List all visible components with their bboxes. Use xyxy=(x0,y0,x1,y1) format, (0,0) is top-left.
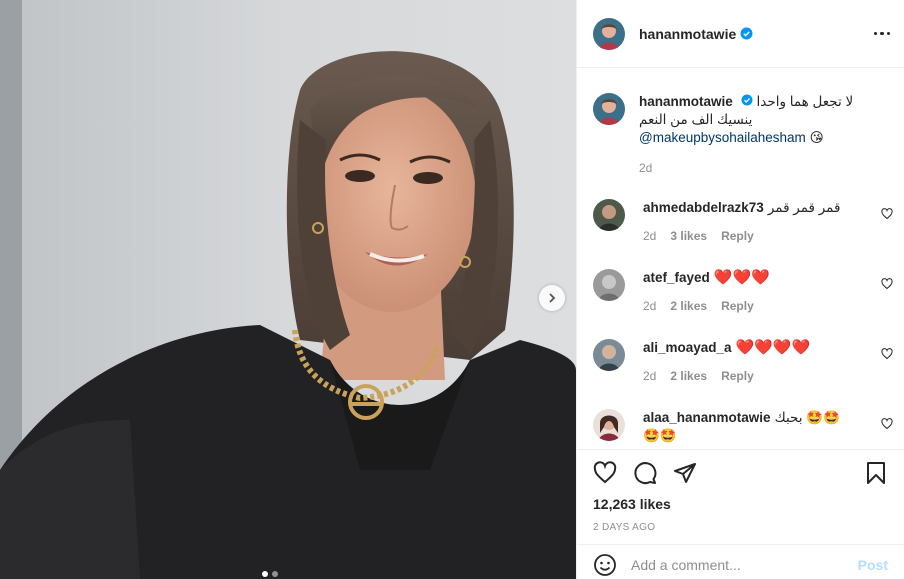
comment-input[interactable] xyxy=(631,556,858,573)
reply-button[interactable]: Reply xyxy=(721,227,754,245)
comment-text: ❤️❤️❤️ xyxy=(713,269,770,286)
caption-line2: ينسيك الف من النعم xyxy=(639,112,753,127)
avatar[interactable] xyxy=(593,17,625,50)
comment-likes[interactable]: 2 likes xyxy=(670,367,707,385)
carousel-indicator xyxy=(262,571,278,577)
caption: hananmotawie لا تجعل هما واحدا ينسيك الف… xyxy=(593,93,893,177)
comment-time[interactable]: 2d xyxy=(643,367,656,385)
like-heart-icon[interactable] xyxy=(593,461,617,485)
bookmark-icon[interactable] xyxy=(864,461,888,485)
comment-time[interactable]: 2d xyxy=(643,227,656,245)
like-comment-heart-icon[interactable] xyxy=(881,207,893,225)
comment-text-continued: 🤩🤩 xyxy=(643,428,677,443)
reply-button[interactable]: Reply xyxy=(721,367,754,385)
verified-badge-icon xyxy=(740,27,753,40)
comment-bubble-icon[interactable] xyxy=(633,461,657,485)
post-date[interactable]: 2 DAYS AGO xyxy=(577,522,904,533)
caption-line1: لا تجعل هما واحدا xyxy=(756,94,854,109)
comment-item: ali_moayad_a ❤️❤️❤️❤️ 2d 2 likes Reply xyxy=(593,339,893,385)
like-comment-heart-icon[interactable] xyxy=(881,347,893,365)
emoji-smiley-icon[interactable] xyxy=(593,553,617,577)
caption-time[interactable]: 2d xyxy=(639,159,652,177)
post-header: hananmotawie xyxy=(577,0,904,68)
caption-username[interactable]: hananmotawie xyxy=(639,94,733,109)
post-actions: 12,263 likes 2 DAYS AGO Post xyxy=(577,449,904,579)
caption-mention[interactable]: @makeupbysohailahesham xyxy=(639,130,806,145)
avatar[interactable] xyxy=(593,409,625,441)
likes-count[interactable]: 12,263 likes xyxy=(577,496,904,512)
comment-username[interactable]: ahmedabdelrazk73 xyxy=(643,200,764,215)
carousel-dot xyxy=(262,571,268,577)
comment-text: قمر قمر قمر xyxy=(767,200,841,215)
portrait-image xyxy=(0,0,576,579)
comments-list: hananmotawie لا تجعل هما واحدا ينسيك الف… xyxy=(577,69,904,449)
add-comment-bar: Post xyxy=(577,544,904,579)
avatar[interactable] xyxy=(593,269,625,301)
caption-emoji: 😘 xyxy=(809,130,824,145)
next-photo-button[interactable] xyxy=(539,285,565,311)
post-details-panel: hananmotawie hananmotawie لا تجعل هما وا… xyxy=(576,0,904,579)
comment-text: ❤️❤️❤️❤️ xyxy=(735,339,811,356)
header-username[interactable]: hananmotawie xyxy=(639,26,736,42)
comment-item: ahmedabdelrazk73 قمر قمر قمر 2d 3 likes R… xyxy=(593,199,893,245)
avatar[interactable] xyxy=(593,199,625,231)
avatar[interactable] xyxy=(593,93,625,125)
chevron-right-icon xyxy=(549,293,556,303)
comment-item: alaa_hananmotawie بحبك 🤩🤩 🤩🤩 xyxy=(593,409,893,445)
post-comment-button[interactable]: Post xyxy=(858,557,888,573)
share-paper-plane-icon[interactable] xyxy=(673,461,697,485)
like-comment-heart-icon[interactable] xyxy=(881,417,893,435)
comment-likes[interactable]: 2 likes xyxy=(670,297,707,315)
post-photo[interactable] xyxy=(0,0,576,579)
reply-button[interactable]: Reply xyxy=(721,297,754,315)
comment-item: atef_fayed ❤️❤️❤️ 2d 2 likes Reply xyxy=(593,269,893,315)
comment-username[interactable]: alaa_hananmotawie xyxy=(643,410,771,425)
comment-username[interactable]: ali_moayad_a xyxy=(643,340,732,355)
like-comment-heart-icon[interactable] xyxy=(881,277,893,295)
comment-text: بحبك 🤩🤩 xyxy=(774,410,840,425)
carousel-dot xyxy=(272,571,278,577)
verified-badge-icon xyxy=(741,94,753,106)
avatar[interactable] xyxy=(593,339,625,371)
comment-username[interactable]: atef_fayed xyxy=(643,270,710,285)
more-options-icon[interactable] xyxy=(873,31,890,36)
comment-likes[interactable]: 3 likes xyxy=(670,227,707,245)
comment-time[interactable]: 2d xyxy=(643,297,656,315)
